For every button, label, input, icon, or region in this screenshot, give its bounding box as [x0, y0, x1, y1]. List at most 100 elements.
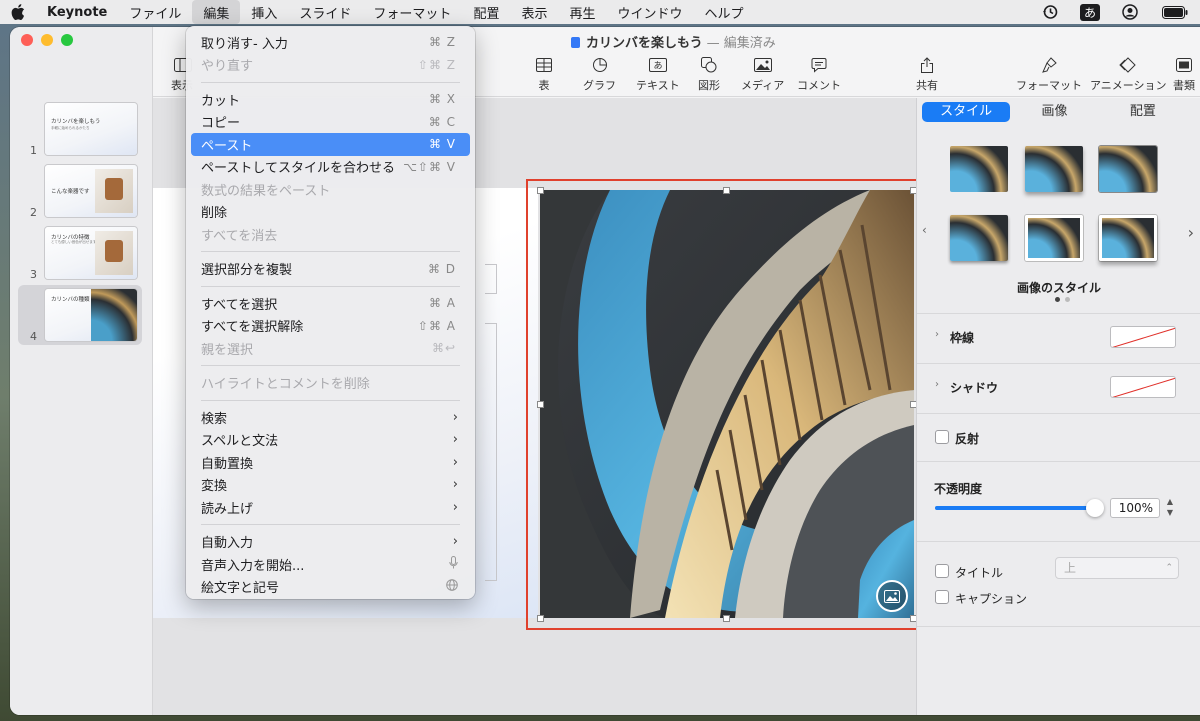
image-style-5[interactable]	[1025, 215, 1083, 261]
input-method-icon[interactable]: あ	[1070, 3, 1110, 21]
battery-icon[interactable]	[1150, 5, 1200, 19]
edit-menu-item[interactable]: 音声入力を開始...	[191, 553, 470, 576]
menu-window[interactable]: ウインドウ	[606, 0, 693, 24]
border-row[interactable]: › 枠線	[917, 313, 1200, 363]
menu-insert[interactable]: 挿入	[240, 0, 288, 24]
opacity-stepper[interactable]: ▲ ▼	[1164, 496, 1176, 520]
tab-arrange[interactable]: 配置	[1099, 102, 1187, 122]
opacity-slider-knob[interactable]	[1086, 499, 1104, 517]
chevron-right-icon[interactable]: ›	[1188, 223, 1194, 242]
edit-menu-item[interactable]: 削除	[191, 201, 470, 224]
shadow-row[interactable]: › シャドウ	[917, 363, 1200, 413]
caption-checkbox[interactable]	[935, 590, 949, 604]
menu-view[interactable]: 表示	[510, 0, 558, 24]
comment-button[interactable]: コメント	[797, 55, 841, 93]
menu-item-label: すべてを消去	[201, 228, 278, 244]
edit-menu-item[interactable]: 読み上げ ›	[191, 496, 470, 519]
reflection-checkbox[interactable]	[935, 430, 949, 444]
menu-slide[interactable]: スライド	[288, 0, 362, 24]
menu-separator	[201, 524, 460, 525]
menu-help[interactable]: ヘルプ	[694, 0, 755, 24]
image-style-2[interactable]	[1025, 146, 1083, 192]
edit-menu-item[interactable]: ペーストしてスタイルを合わせる ⌥⇧⌘ V	[191, 156, 470, 179]
chevron-left-icon[interactable]: ‹	[922, 223, 927, 237]
edit-menu-item[interactable]: 選択部分を複製 ⌘ D	[191, 258, 470, 281]
menu-item-label: 音声入力を開始...	[201, 558, 305, 574]
animation-button[interactable]: アニメーション	[1090, 55, 1167, 93]
shadow-color-well[interactable]	[1110, 376, 1176, 398]
menu-item-label: 絵文字と記号	[201, 581, 280, 597]
menu-shortcut: ⌘ V	[428, 137, 456, 152]
edit-menu-item[interactable]: すべてを選択解除 ⇧⌘ A	[191, 315, 470, 338]
edit-menu-item[interactable]: 検索 ›	[191, 406, 470, 429]
fullscreen-window-button[interactable]	[61, 34, 73, 46]
edit-menu-item[interactable]: 自動入力 ›	[191, 531, 470, 554]
disclosure-triangle-icon[interactable]: ›	[935, 329, 939, 340]
tab-image[interactable]: 画像	[1010, 102, 1098, 122]
slide-subtitle-text: 手軽に始められるかたち	[51, 126, 90, 130]
image-style-6[interactable]	[1099, 215, 1157, 261]
image-style-4[interactable]	[950, 215, 1008, 261]
user-account-icon[interactable]	[1110, 4, 1150, 20]
slide-thumbnail-2[interactable]: こんな楽器です 2	[18, 161, 142, 221]
menu-separator	[201, 285, 460, 287]
menu-shortcut: ⌥⇧⌘ V	[403, 159, 456, 174]
menu-shortcut: ⌘ A	[428, 296, 456, 311]
document-label: 書類	[1173, 79, 1195, 92]
title-position-select[interactable]: 上 ⌃	[1055, 557, 1179, 579]
slide-thumbnail-3[interactable]: カリンバの特徴 とても優しい音色が出せます 3	[18, 223, 142, 283]
table-button[interactable]: 表	[536, 55, 552, 93]
edit-menu-item[interactable]: 親を選択 ⌘↩	[191, 337, 470, 360]
edit-menu-item[interactable]: 変換 ›	[191, 474, 470, 497]
tab-style[interactable]: スタイル	[922, 102, 1011, 122]
share-button[interactable]: 共有	[916, 55, 938, 93]
page-dots[interactable]	[1055, 297, 1070, 302]
kalimba-photo	[95, 231, 133, 275]
time-machine-icon[interactable]	[1030, 4, 1070, 20]
opacity-slider[interactable]	[935, 499, 1104, 517]
media-button[interactable]: メディア	[741, 55, 784, 93]
slide-thumbnail-1[interactable]: カリンバを楽しもう 手軽に始められるかたち 1	[18, 99, 142, 159]
edit-menu-item[interactable]: 絵文字と記号	[191, 576, 470, 599]
edit-menu-item[interactable]: 自動置換 ›	[191, 451, 470, 474]
text-button[interactable]: あ テキスト	[636, 55, 680, 93]
edit-menu-item[interactable]: 取り消す- 入力 ⌘ Z	[191, 31, 470, 54]
menu-edit[interactable]: 編集	[192, 0, 241, 24]
menu-app-name[interactable]: Keynote	[36, 0, 118, 24]
border-color-well[interactable]	[1110, 326, 1176, 348]
chart-label: グラフ	[583, 79, 616, 92]
title-checkbox[interactable]	[935, 564, 949, 578]
edit-menu-item[interactable]: 数式の結果をペースト	[191, 178, 470, 201]
body-placeholder[interactable]	[485, 323, 497, 581]
format-button[interactable]: フォーマット	[1013, 52, 1083, 93]
document-button[interactable]: 書類	[1173, 55, 1195, 93]
edit-menu-item[interactable]: カット ⌘ X	[191, 88, 470, 111]
image-style-3[interactable]	[1099, 146, 1157, 192]
opacity-value-field[interactable]: 100%	[1110, 498, 1160, 518]
edit-menu-item[interactable]: ペースト ⌘ V	[191, 133, 470, 156]
image-style-1[interactable]	[950, 146, 1008, 192]
menu-file[interactable]: ファイル	[118, 0, 192, 24]
menu-separator	[201, 365, 460, 366]
disclosure-triangle-icon[interactable]: ›	[935, 379, 939, 390]
apple-menu-icon[interactable]	[0, 4, 36, 20]
menu-format[interactable]: フォーマット	[362, 0, 462, 24]
edit-menu-item[interactable]: スペルと文法 ›	[191, 429, 470, 452]
edit-menu-item[interactable]: すべてを消去	[191, 223, 470, 246]
edit-menu-item[interactable]: コピー ⌘ C	[191, 111, 470, 134]
menu-play[interactable]: 再生	[558, 0, 606, 24]
menu-arrange[interactable]: 配置	[462, 0, 510, 24]
inspector-tabs: スタイル 画像 配置	[922, 102, 1187, 122]
edit-menu-item[interactable]: ハイライトとコメントを削除	[191, 372, 470, 395]
edit-menu-item[interactable]: すべてを選択 ⌘ A	[191, 292, 470, 315]
menu-shortcut: ⌘ Z	[428, 35, 456, 50]
edit-menu-dropdown: 取り消す- 入力 ⌘ Z やり直す ⇧⌘ Z カット ⌘ X コピー ⌘ C ペースト ⌘ V ペー…	[186, 26, 475, 599]
caption-label: キャプション	[955, 592, 1028, 606]
close-window-button[interactable]	[21, 34, 33, 46]
minimize-window-button[interactable]	[41, 34, 53, 46]
slide-thumbnail-4[interactable]: カリンバの種類 4	[18, 285, 142, 345]
title-placeholder[interactable]	[485, 264, 497, 294]
chart-button[interactable]: グラフ	[583, 55, 616, 93]
shape-button[interactable]: 図形	[698, 55, 720, 93]
edit-menu-item[interactable]: やり直す ⇧⌘ Z	[191, 54, 470, 77]
